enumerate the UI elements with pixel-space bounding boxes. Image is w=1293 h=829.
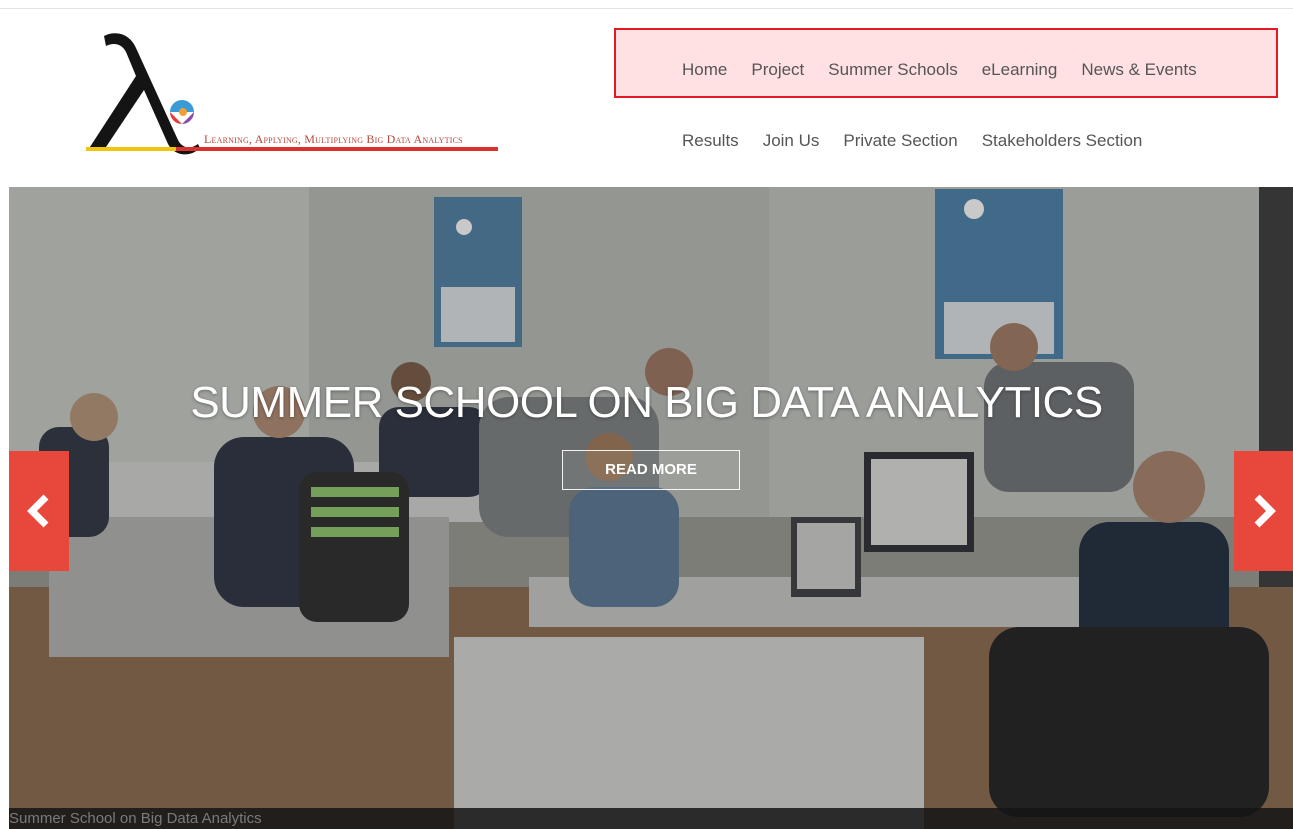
main-nav-row-2: Results Join Us Private Section Stakehol…: [682, 131, 1142, 151]
read-more-button[interactable]: READ MORE: [562, 450, 740, 490]
nav-elearning[interactable]: eLearning: [982, 60, 1058, 80]
top-divider: [0, 8, 1293, 9]
slide-caption-bar: Summer School on Big Data Analytics: [9, 808, 1293, 829]
nav-news-events[interactable]: News & Events: [1081, 60, 1196, 80]
hero-title: SUMMER SCHOOL ON BIG DATA ANALYTICS: [190, 378, 1103, 427]
nav-results[interactable]: Results: [682, 131, 739, 151]
logo-tagline: Learning, Applying, Multiplying Big Data…: [204, 132, 463, 146]
nav-stakeholders-section[interactable]: Stakeholders Section: [982, 131, 1143, 151]
nav-summer-schools[interactable]: Summer Schools: [828, 60, 957, 80]
nav-home[interactable]: Home: [682, 60, 727, 80]
chevron-left-icon: [27, 494, 49, 528]
chevron-right-icon: [1254, 494, 1276, 528]
slider-next-button[interactable]: [1234, 451, 1293, 571]
hero-slider: [9, 187, 1293, 829]
nav-join-us[interactable]: Join Us: [763, 131, 820, 151]
slider-prev-button[interactable]: [9, 451, 69, 571]
site-logo[interactable]: Learning, Applying, Multiplying Big Data…: [86, 28, 506, 156]
office-photo: [9, 187, 1293, 829]
nav-private-section[interactable]: Private Section: [843, 131, 957, 151]
main-nav-row-1: Home Project Summer Schools eLearning Ne…: [682, 60, 1197, 80]
slide-caption: Summer School on Big Data Analytics: [9, 810, 262, 827]
nav-project[interactable]: Project: [751, 60, 804, 80]
